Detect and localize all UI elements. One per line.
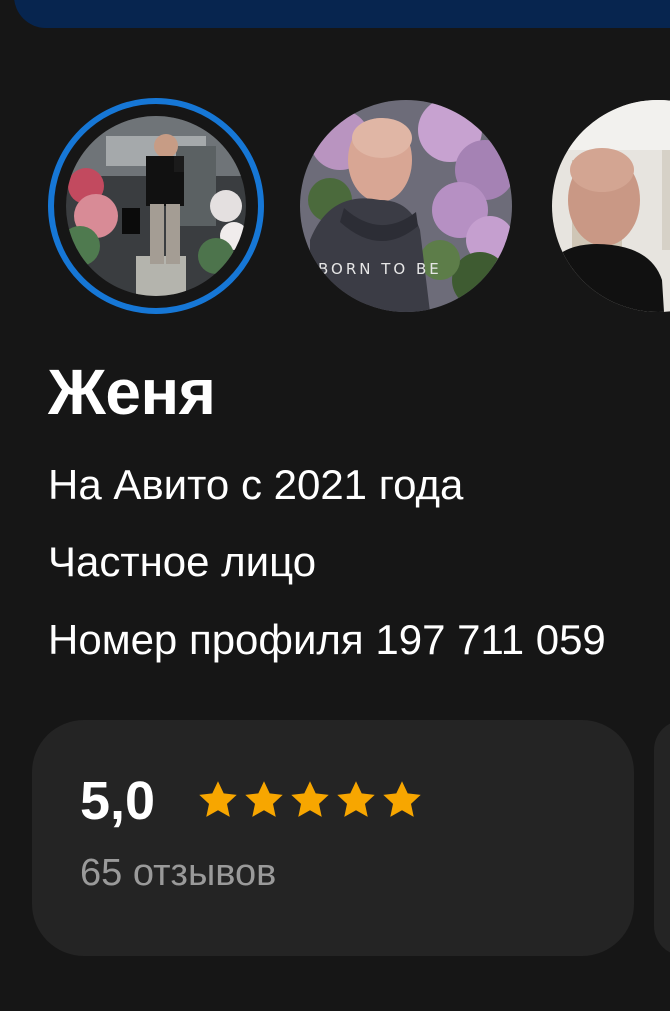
avatar-caption: BORN TO BE bbox=[318, 260, 442, 278]
rating-stars bbox=[196, 778, 424, 822]
avatar-photo-2: BORN TO BE bbox=[300, 100, 512, 312]
avatar-carousel[interactable]: BORN TO BE bbox=[0, 98, 670, 316]
star-icon bbox=[245, 781, 283, 817]
rating-card[interactable] bbox=[32, 720, 634, 956]
star-icon bbox=[199, 781, 237, 817]
profile-page: BORN TO BE Женя На Авито с 2021 года Час… bbox=[0, 0, 670, 1011]
member-since: На Авито с 2021 года bbox=[48, 461, 464, 508]
avatar-photo-3 bbox=[552, 100, 670, 312]
profile-name: Женя bbox=[48, 356, 216, 428]
avatar-story-3[interactable] bbox=[552, 100, 670, 312]
profile-number: Номер профиля 197 711 059 bbox=[48, 616, 606, 663]
avatar-story-2[interactable]: BORN TO BE bbox=[300, 100, 512, 312]
star-icon bbox=[383, 781, 421, 817]
seller-type: Частное лицо bbox=[48, 538, 317, 585]
rating-value: 5,0 bbox=[80, 771, 156, 831]
avatar-photo-1 bbox=[66, 116, 246, 296]
star-icon bbox=[291, 781, 329, 817]
reviews-count[interactable]: 65 отзывов bbox=[80, 854, 276, 892]
star-icon bbox=[337, 781, 375, 817]
next-card[interactable] bbox=[654, 720, 670, 956]
avatar-story-1[interactable] bbox=[66, 116, 246, 296]
top-banner[interactable] bbox=[14, 0, 670, 28]
